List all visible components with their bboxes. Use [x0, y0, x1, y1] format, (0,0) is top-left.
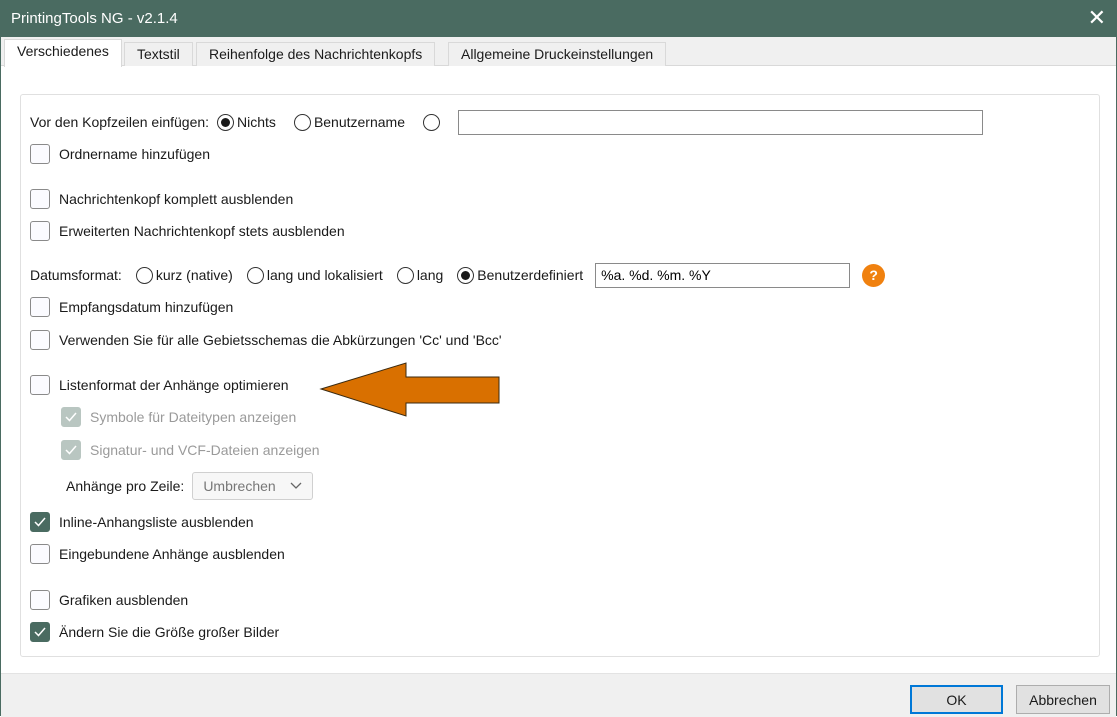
option-label: Erweiterten Nachrichtenkopf stets ausble…	[59, 223, 345, 239]
option-cc-bcc[interactable]: Verwenden Sie für alle Gebietsschemas di…	[30, 329, 502, 351]
radio-label: lang	[416, 267, 444, 283]
title-bar: PrintingTools NG - v2.1.4 ✕	[1, 1, 1116, 37]
select-value: Umbrechen	[203, 478, 276, 494]
cancel-button[interactable]: Abbrechen	[1016, 685, 1110, 714]
radio-short[interactable]	[135, 266, 153, 284]
button-bar: OK Abbrechen	[1, 673, 1116, 717]
ok-button[interactable]: OK	[910, 685, 1003, 714]
attachments-per-row-select[interactable]: Umbrechen	[192, 472, 313, 500]
checkbox[interactable]	[30, 330, 50, 350]
option-label: Nachrichtenkopf komplett ausblenden	[59, 191, 294, 207]
attachments-per-row-label: Anhänge pro Zeile:	[66, 478, 185, 494]
option-sig-vcf: Signatur- und VCF-Dateien anzeigen	[61, 439, 320, 461]
option-hide-embedded[interactable]: Eingebundene Anhänge ausblenden	[30, 543, 285, 565]
option-hide-images[interactable]: Grafiken ausblenden	[30, 589, 188, 611]
checkbox[interactable]	[30, 189, 50, 209]
checkbox-checked-disabled	[61, 407, 81, 427]
radio-benutzername[interactable]	[293, 113, 311, 131]
radio-custom-date[interactable]	[457, 266, 475, 284]
option-label: Ordnername hinzufügen	[59, 146, 210, 162]
tab-print-settings[interactable]: Allgemeine Druckeinstellungen	[448, 42, 667, 66]
radio-nichts[interactable]	[217, 113, 235, 131]
option-list-format[interactable]: Listenformat der Anhänge optimieren	[30, 374, 289, 396]
option-label: Inline-Anhangsliste ausblenden	[59, 514, 254, 530]
option-label: Signatur- und VCF-Dateien anzeigen	[90, 442, 320, 458]
radio-long[interactable]	[396, 266, 414, 284]
radio-custom[interactable]	[423, 113, 440, 131]
dialog-window: PrintingTools NG - v2.1.4 ✕ Verschiedene…	[0, 0, 1117, 717]
help-icon[interactable]: ?	[862, 263, 886, 287]
option-file-icons: Symbole für Dateitypen anzeigen	[61, 406, 296, 428]
attachments-per-row: Anhänge pro Zeile: Umbrechen	[66, 472, 313, 500]
option-folder-name[interactable]: Ordnername hinzufügen	[30, 143, 210, 165]
chevron-down-icon	[290, 482, 302, 489]
option-receive-date[interactable]: Empfangsdatum hinzufügen	[30, 296, 233, 318]
checkbox[interactable]	[30, 375, 50, 395]
option-hide-header[interactable]: Nachrichtenkopf komplett ausblenden	[30, 188, 293, 210]
checkbox-checked[interactable]	[30, 622, 50, 642]
option-hide-ext-header[interactable]: Erweiterten Nachrichtenkopf stets ausble…	[30, 220, 345, 242]
option-label: Ändern Sie die Größe großer Bilder	[59, 624, 280, 640]
date-format-row: Datumsformat: kurz (native) lang und lok…	[30, 262, 886, 288]
close-icon[interactable]: ✕	[1088, 5, 1106, 31]
radio-label: Benutzerdefiniert	[477, 267, 584, 283]
tab-textstil[interactable]: Textstil	[124, 42, 193, 66]
radio-benutzername-label: Benutzername	[313, 114, 405, 130]
header-insert-row: Vor den Kopfzeilen einfügen: Nichts Benu…	[30, 109, 983, 135]
radio-label: lang und lokalisiert	[266, 267, 383, 283]
checkbox[interactable]	[30, 590, 50, 610]
radio-long-localized[interactable]	[246, 266, 264, 284]
option-label: Empfangsdatum hinzufügen	[59, 299, 234, 315]
date-format-input[interactable]	[595, 262, 851, 288]
option-label: Verwenden Sie für alle Gebietsschemas di…	[59, 332, 502, 348]
checkbox[interactable]	[30, 144, 50, 164]
option-hide-inline-list[interactable]: Inline-Anhangsliste ausblenden	[30, 511, 254, 533]
window-title: PrintingTools NG - v2.1.4	[11, 10, 178, 27]
option-label: Grafiken ausblenden	[59, 592, 189, 608]
option-label: Symbole für Dateitypen anzeigen	[90, 409, 297, 425]
option-label: Listenformat der Anhänge optimieren	[59, 377, 289, 393]
checkbox-checked[interactable]	[30, 512, 50, 532]
tab-bar: Verschiedenes Textstil Reihenfolge des N…	[1, 37, 1116, 67]
date-format-label: Datumsformat:	[30, 267, 122, 283]
checkbox-checked-disabled	[61, 440, 81, 460]
checkbox[interactable]	[30, 297, 50, 317]
header-custom-input[interactable]	[458, 109, 983, 135]
radio-nichts-label: Nichts	[237, 114, 276, 130]
option-resize-images[interactable]: Ändern Sie die Größe großer Bilder	[30, 621, 279, 643]
option-label: Eingebundene Anhänge ausblenden	[59, 546, 285, 562]
radio-label: kurz (native)	[155, 267, 233, 283]
checkbox[interactable]	[30, 221, 50, 241]
tab-verschiedenes[interactable]: Verschiedenes	[4, 39, 122, 67]
checkbox[interactable]	[30, 544, 50, 564]
header-insert-label: Vor den Kopfzeilen einfügen:	[30, 114, 210, 130]
tab-header-order[interactable]: Reihenfolge des Nachrichtenkopfs	[196, 42, 436, 66]
